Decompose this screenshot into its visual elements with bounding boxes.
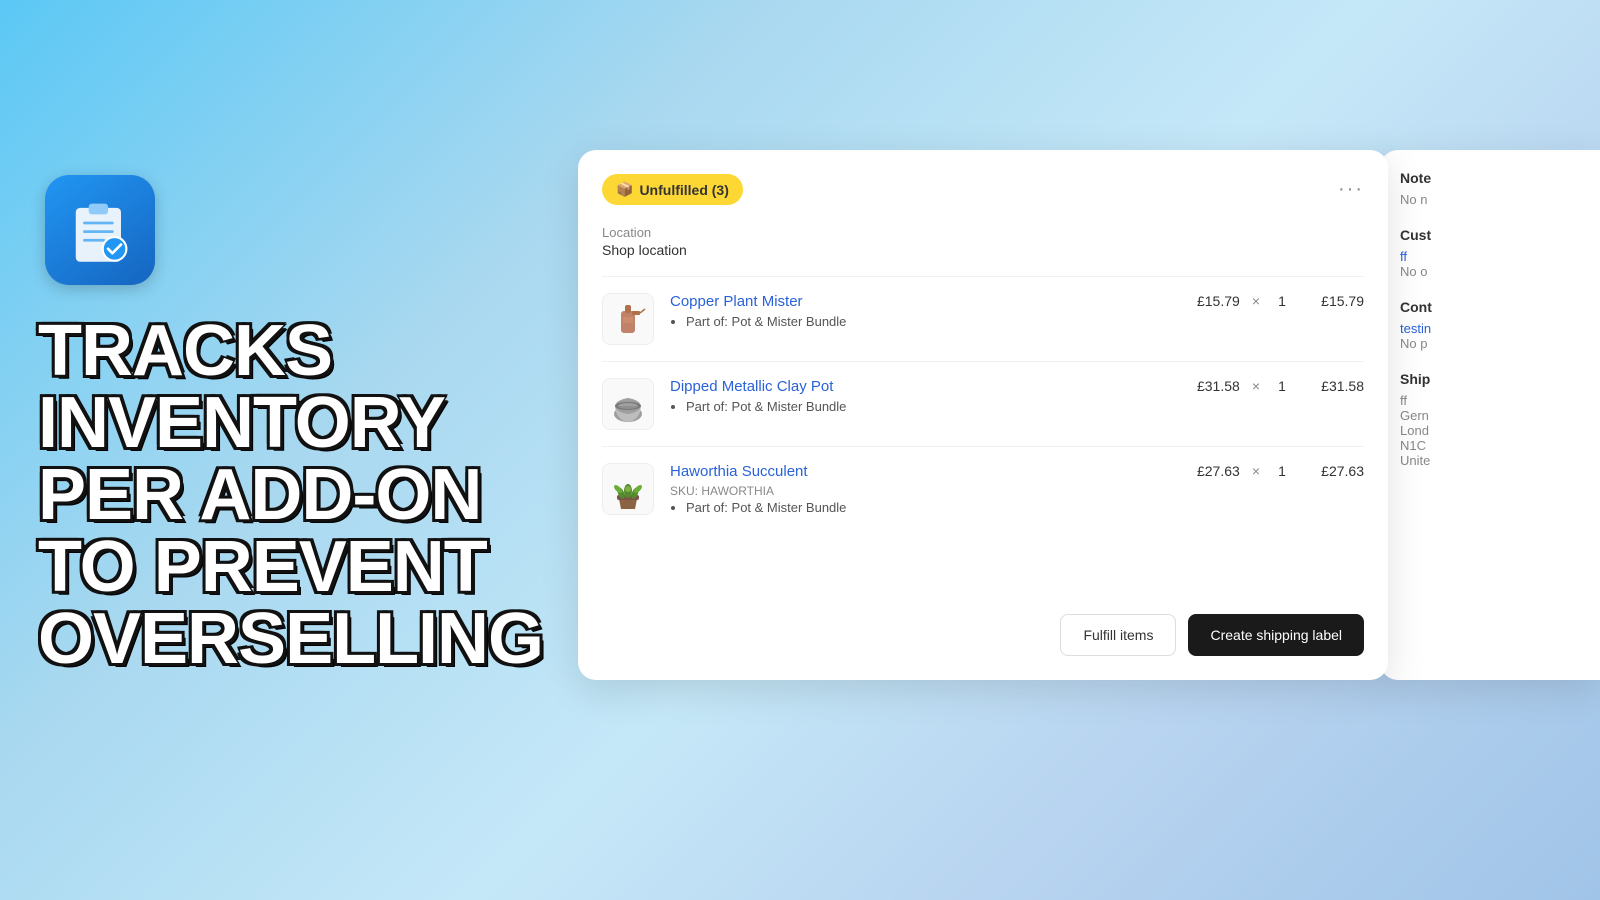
item-price-unit-3: £27.63: [1180, 463, 1240, 479]
hero-line-3: PER ADD-ON: [38, 459, 558, 531]
item-price-unit-1: £15.79: [1180, 293, 1240, 309]
item-price-unit-2: £31.58: [1180, 378, 1240, 394]
badge-label: Unfulfilled (3): [639, 182, 728, 198]
item-qty-3: 1: [1272, 463, 1292, 479]
order-item-2: Dipped Metallic Clay Pot Part of: Pot & …: [602, 361, 1364, 446]
item-pricing-1: £15.79 × 1 £15.79: [1180, 293, 1364, 309]
customer-note: No o: [1400, 264, 1600, 279]
card-footer: Fulfill items Create shipping label: [1060, 614, 1364, 656]
notes-title: Note: [1400, 170, 1600, 186]
quantity-symbol-2: ×: [1252, 378, 1260, 394]
quantity-symbol-3: ×: [1252, 463, 1260, 479]
contact-section: Cont testin No p: [1400, 299, 1600, 351]
item-pricing-2: £31.58 × 1 £31.58: [1180, 378, 1364, 394]
fulfill-items-button[interactable]: Fulfill items: [1060, 614, 1176, 656]
item-details-2: Dipped Metallic Clay Pot Part of: Pot & …: [670, 378, 1180, 414]
shipping-line1: ff: [1400, 393, 1600, 408]
contact-link[interactable]: testin: [1400, 321, 1600, 336]
item-name-1[interactable]: Copper Plant Mister: [670, 293, 1180, 310]
item-meta-2: Part of: Pot & Mister Bundle: [670, 399, 1180, 414]
card-header: 📦 Unfulfilled (3) ···: [602, 174, 1364, 205]
shipping-line5: Unite: [1400, 453, 1600, 468]
contact-title: Cont: [1400, 299, 1600, 315]
create-shipping-label-button[interactable]: Create shipping label: [1188, 614, 1364, 656]
hero-line-1: TRACKS: [38, 315, 558, 387]
location-label: Location: [602, 225, 1364, 240]
item-image-3: [602, 463, 654, 515]
item-image-1: [602, 293, 654, 345]
item-qty-1: 1: [1272, 293, 1292, 309]
item-details-3: Haworthia Succulent SKU: HAWORTHIA Part …: [670, 463, 1180, 515]
order-item-1: Copper Plant Mister Part of: Pot & Miste…: [602, 276, 1364, 361]
item-name-3[interactable]: Haworthia Succulent: [670, 463, 1180, 480]
more-options-button[interactable]: ···: [1338, 178, 1364, 201]
customer-section: Cust ff No o: [1400, 227, 1600, 279]
item-sku-3: SKU: HAWORTHIA: [670, 484, 1180, 498]
shipping-line3: Lond: [1400, 423, 1600, 438]
contact-note: No p: [1400, 336, 1600, 351]
item-name-2[interactable]: Dipped Metallic Clay Pot: [670, 378, 1180, 395]
right-panel: Note No n Cust ff No o Cont testin No p …: [1380, 150, 1600, 680]
location-section: Location Shop location: [602, 225, 1364, 258]
succulent-icon: [607, 467, 649, 511]
item-details-1: Copper Plant Mister Part of: Pot & Miste…: [670, 293, 1180, 329]
order-card: 📦 Unfulfilled (3) ··· Location Shop loca…: [578, 150, 1388, 680]
copper-mister-icon: [610, 297, 646, 341]
order-item-3: Haworthia Succulent SKU: HAWORTHIA Part …: [602, 446, 1364, 531]
item-price-total-3: £27.63: [1304, 463, 1364, 479]
badge-icon: 📦: [616, 181, 633, 198]
unfulfilled-badge: 📦 Unfulfilled (3): [602, 174, 743, 205]
shipping-line4: N1C: [1400, 438, 1600, 453]
clay-pot-icon: [608, 384, 648, 424]
item-price-total-2: £31.58: [1304, 378, 1364, 394]
item-meta-3: Part of: Pot & Mister Bundle: [670, 500, 1180, 515]
notes-value: No n: [1400, 192, 1600, 207]
hero-text: TRACKS INVENTORY PER ADD-ON TO PREVENT O…: [38, 315, 558, 675]
quantity-symbol-1: ×: [1252, 293, 1260, 309]
item-qty-2: 1: [1272, 378, 1292, 394]
clipboard-icon: [65, 195, 135, 265]
shipping-section: Ship ff Gern Lond N1C Unite: [1400, 371, 1600, 468]
customer-title: Cust: [1400, 227, 1600, 243]
location-value: Shop location: [602, 242, 1364, 258]
item-price-total-1: £15.79: [1304, 293, 1364, 309]
shipping-line2: Gern: [1400, 408, 1600, 423]
item-meta-1: Part of: Pot & Mister Bundle: [670, 314, 1180, 329]
item-pricing-3: £27.63 × 1 £27.63: [1180, 463, 1364, 479]
item-image-2: [602, 378, 654, 430]
customer-link[interactable]: ff: [1400, 249, 1600, 264]
hero-line-4: TO PREVENT: [38, 531, 558, 603]
hero-line-5: OVERSELLING: [38, 603, 558, 675]
app-icon: [45, 175, 155, 285]
hero-line-2: INVENTORY: [38, 387, 558, 459]
notes-section: Note No n: [1400, 170, 1600, 207]
shipping-title: Ship: [1400, 371, 1600, 387]
